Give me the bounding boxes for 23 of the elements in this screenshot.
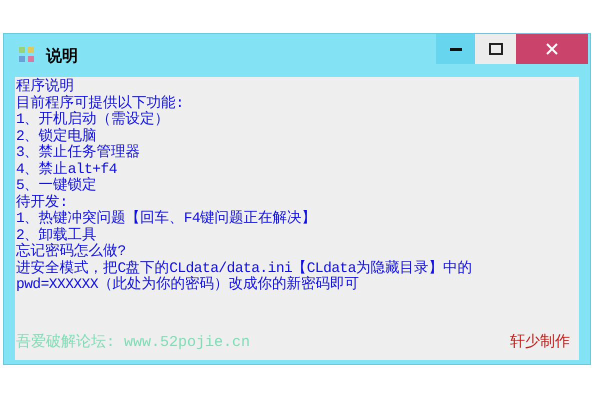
author-credit: 轩少制作 bbox=[510, 332, 570, 352]
minimize-button[interactable] bbox=[436, 34, 475, 64]
close-icon bbox=[546, 43, 558, 55]
info-text: 2、卸载工具 bbox=[16, 228, 97, 244]
info-text: 5、一键锁定 bbox=[16, 178, 97, 194]
info-text: 程序说明 bbox=[16, 79, 74, 95]
info-text: 进安全模式，把C盘下的CLdata/data.ini【CLdata为隐藏目录】中的 bbox=[16, 260, 472, 276]
info-text: 目前程序可提供以下功能: bbox=[16, 96, 184, 112]
info-text: pwd=XXXXXX（此处为你的密码）改成你的新密码即可 bbox=[16, 277, 360, 294]
info-text: 2、锁定电脑 bbox=[16, 128, 97, 144]
window-title: 说明 bbox=[46, 45, 78, 67]
info-text: 3、禁止任务管理器 bbox=[16, 145, 140, 161]
info-text: 4、禁止alt+f4 bbox=[16, 162, 117, 178]
close-button[interactable] bbox=[516, 34, 588, 64]
minimize-icon bbox=[450, 47, 462, 51]
info-text: 待开发: bbox=[16, 194, 68, 210]
app-logo-icon bbox=[18, 46, 36, 64]
maximize-icon bbox=[488, 43, 502, 55]
forum-link[interactable]: 吾爱破解论坛: www.52pojie.cn bbox=[16, 332, 250, 354]
info-text: 1、热键冲突问题【回车、F4键问题正在解决】 bbox=[16, 211, 316, 227]
info-text: 忘记密码怎么做? bbox=[16, 244, 126, 260]
info-text: 1、开机启动（需设定） bbox=[16, 112, 170, 128]
maximize-button[interactable] bbox=[475, 34, 516, 64]
